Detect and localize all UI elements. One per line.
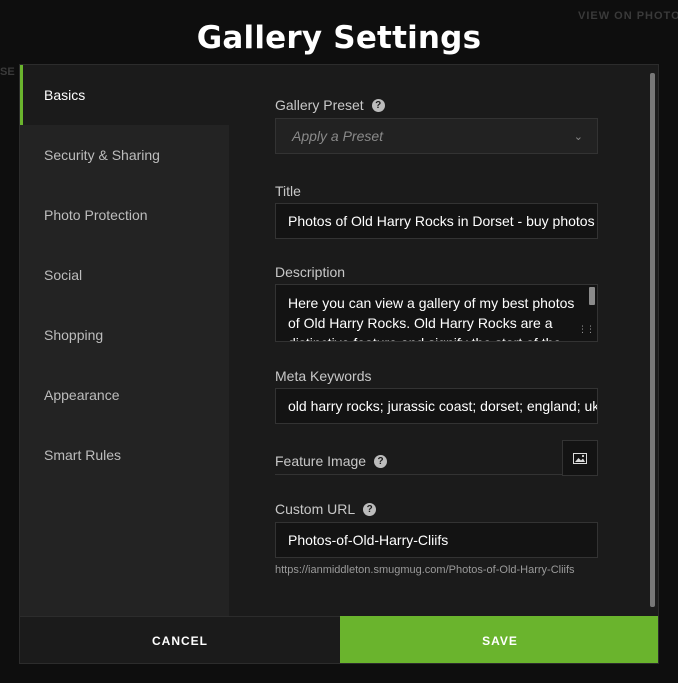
gallery-preset-label: Gallery Preset ?: [275, 97, 385, 113]
feature-image-button[interactable]: [562, 440, 598, 476]
custom-url-label: Custom URL ?: [275, 501, 377, 517]
meta-keywords-label-text: Meta Keywords: [275, 368, 372, 384]
description-label-text: Description: [275, 264, 346, 280]
resize-grip-icon[interactable]: ⋮⋮: [578, 319, 595, 339]
background-text-fragment: SE: [0, 66, 15, 78]
sidebar-item-label: Shopping: [44, 327, 104, 343]
textarea-scrollbar[interactable]: [589, 287, 595, 305]
modal-title: Gallery Settings: [196, 20, 482, 56]
sidebar-item-label: Photo Protection: [44, 207, 148, 223]
content-scrollbar[interactable]: [650, 73, 655, 607]
image-icon: [573, 452, 587, 464]
save-button[interactable]: SAVE: [340, 616, 658, 663]
cancel-button[interactable]: CANCEL: [20, 616, 340, 663]
gallery-settings-dialog: Basics Security & Sharing Photo Protecti…: [19, 64, 659, 664]
description-text: Here you can view a gallery of my best p…: [288, 295, 575, 341]
gallery-preset-select[interactable]: Apply a Preset ⌄: [275, 118, 598, 154]
help-icon[interactable]: ?: [363, 502, 377, 516]
feature-image-label: Feature Image ?: [275, 453, 388, 469]
help-icon[interactable]: ?: [374, 454, 388, 468]
sidebar-item-photo-protection[interactable]: Photo Protection: [20, 185, 229, 245]
custom-url-input[interactable]: Photos-of-Old-Harry-Cliifs: [275, 522, 598, 558]
sidebar-item-security-sharing[interactable]: Security & Sharing: [20, 125, 229, 185]
title-input[interactable]: Photos of Old Harry Rocks in Dorset - bu…: [275, 203, 598, 239]
sidebar-item-shopping[interactable]: Shopping: [20, 305, 229, 365]
gallery-preset-label-text: Gallery Preset: [275, 97, 364, 113]
custom-url-hint[interactable]: https://ianmiddleton.smugmug.com/Photos-…: [275, 563, 575, 577]
settings-content: Gallery Preset ? Apply a Preset ⌄ Title …: [229, 65, 658, 616]
sidebar-item-label: Security & Sharing: [44, 147, 160, 163]
description-label: Description: [275, 264, 345, 280]
title-label-text: Title: [275, 183, 301, 199]
dialog-footer: CANCEL SAVE: [20, 616, 658, 663]
feature-image-row: Feature Image ?: [275, 440, 598, 476]
description-textarea[interactable]: Here you can view a gallery of my best p…: [275, 284, 598, 342]
sidebar-item-smart-rules[interactable]: Smart Rules: [20, 425, 229, 485]
sidebar-item-label: Basics: [44, 87, 86, 103]
sidebar-item-label: Social: [44, 267, 83, 283]
meta-keywords-input[interactable]: old harry rocks; jurassic coast; dorset;…: [275, 388, 598, 424]
meta-keywords-label: Meta Keywords: [275, 368, 371, 384]
help-icon[interactable]: ?: [371, 98, 385, 112]
gallery-preset-placeholder: Apply a Preset: [292, 128, 384, 144]
sidebar-item-label: Smart Rules: [44, 447, 122, 463]
title-label: Title: [275, 183, 301, 199]
sidebar-item-appearance[interactable]: Appearance: [20, 365, 229, 425]
feature-image-label-text: Feature Image: [275, 453, 367, 469]
settings-sidebar: Basics Security & Sharing Photo Protecti…: [20, 65, 229, 616]
custom-url-label-text: Custom URL: [275, 501, 356, 517]
sidebar-item-basics[interactable]: Basics: [20, 65, 229, 125]
chevron-down-icon: ⌄: [573, 130, 583, 143]
sidebar-item-label: Appearance: [44, 387, 120, 403]
sidebar-item-social[interactable]: Social: [20, 245, 229, 305]
